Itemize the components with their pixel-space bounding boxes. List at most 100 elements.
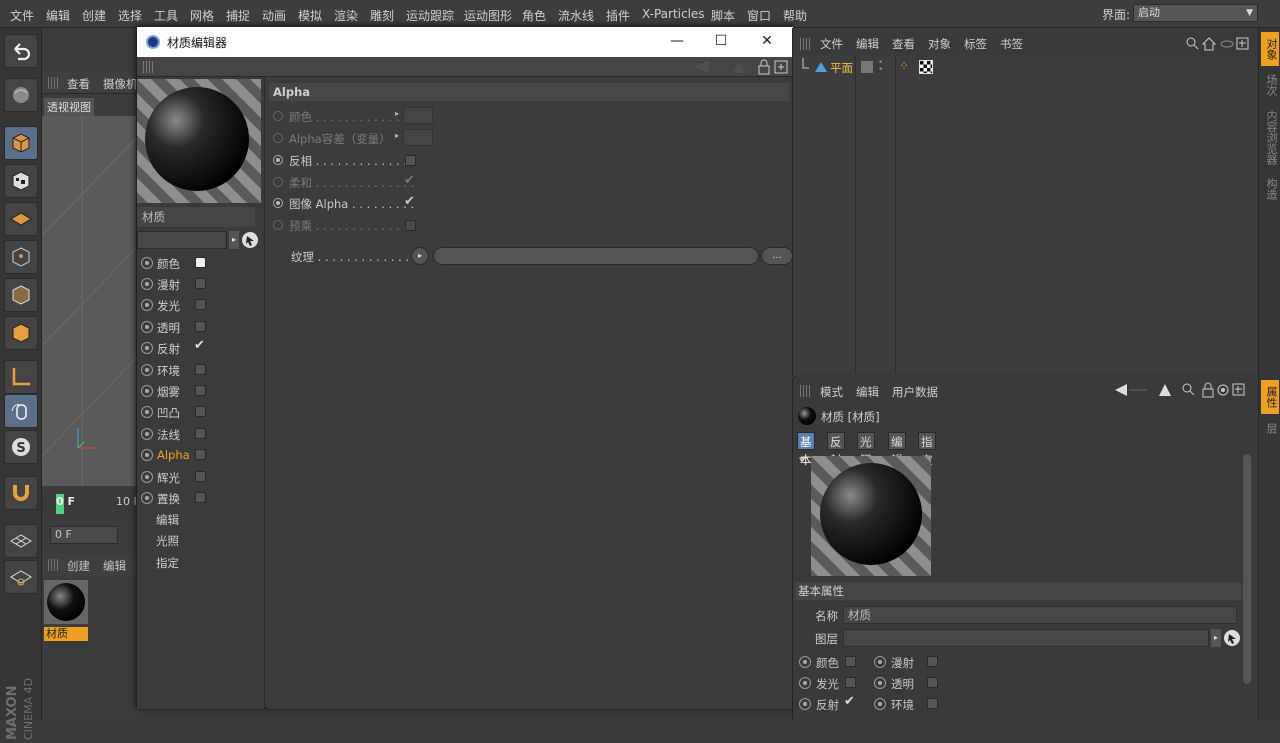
am-scrollbar[interactable] (1243, 454, 1251, 684)
prop-animate-radio[interactable] (273, 198, 283, 208)
channel-radio[interactable] (141, 278, 153, 290)
checkmark-icon[interactable]: ✔ (404, 173, 415, 188)
side-tab-objects[interactable]: 对象 (1261, 32, 1279, 66)
collapse-arrow-icon[interactable]: ▼ (799, 456, 804, 464)
material-thumbnail[interactable]: 材质 (44, 580, 88, 641)
pick-object-icon[interactable] (241, 231, 259, 249)
editor-page-edit[interactable]: 编辑 (156, 512, 179, 528)
minimize-button[interactable]: — (667, 31, 687, 51)
tweak-mode-button[interactable] (4, 394, 38, 428)
menu-animate[interactable]: 动画 (262, 7, 286, 24)
channel-radio[interactable] (141, 364, 153, 376)
edge-mode-button[interactable] (4, 278, 38, 312)
am-menu-mode[interactable]: 模式 (820, 384, 843, 400)
side-tab-structure[interactable]: 构造 (1261, 172, 1279, 206)
menu-pipeline[interactable]: 流水线 (558, 7, 594, 24)
channel-checkbox[interactable] (195, 471, 206, 482)
channel-checkbox[interactable] (845, 656, 856, 667)
menu-script[interactable]: 脚本 (711, 7, 735, 24)
layer-arrow-button[interactable]: ▸ (1211, 629, 1221, 647)
channel-bump[interactable]: 凹凸 (139, 402, 259, 422)
material-manager-create[interactable]: 创建 (67, 558, 90, 574)
channel-radio[interactable] (799, 677, 811, 689)
am-tab-assignment[interactable]: 指定 (918, 432, 936, 467)
channel-radio[interactable] (141, 492, 153, 504)
polygon-mode-button[interactable] (4, 316, 38, 350)
checkmark-icon[interactable]: ✔ (844, 694, 855, 709)
channel-checkbox[interactable] (195, 385, 206, 396)
prop-soft[interactable]: 柔和 . . . . . . . . . . . . . . ✔ (271, 173, 791, 193)
am-menu-edit[interactable]: 编辑 (856, 384, 879, 400)
expand-arrow-icon[interactable]: ▸ (395, 131, 399, 140)
snap-button[interactable] (4, 476, 38, 510)
channel-checkbox[interactable] (845, 677, 856, 688)
channel-checkbox[interactable] (195, 406, 206, 417)
timeline[interactable]: 0 F 10 F (42, 490, 140, 518)
solo-button[interactable]: S (4, 430, 38, 464)
texture-mode-button[interactable] (4, 164, 38, 198)
channel-radio[interactable] (874, 698, 886, 710)
menu-mograph[interactable]: 运动图形 (464, 7, 512, 24)
channel-radio[interactable] (141, 428, 153, 440)
prop-texture[interactable]: 纹理 . . . . . . . . . . . . . . ▸ ... (271, 245, 793, 269)
object-name[interactable]: 平面 (830, 60, 853, 76)
channel-radio[interactable] (141, 449, 153, 461)
material-name-field[interactable]: 材质 (137, 207, 255, 227)
menu-motion-tracking[interactable]: 运动跟踪 (406, 7, 454, 24)
om-menu-tags[interactable]: 标签 (964, 36, 987, 52)
texture-arrow-button[interactable]: ▸ (411, 247, 429, 265)
premultiplied-checkbox[interactable] (405, 220, 416, 231)
menu-help[interactable]: 帮助 (783, 7, 807, 24)
texture-field[interactable] (433, 247, 759, 265)
axis-mode-button[interactable] (4, 360, 38, 394)
prop-premultiplied[interactable]: 预乘 . . . . . . . . . . . . . . (271, 216, 791, 236)
channel-checkbox[interactable] (195, 449, 206, 460)
material-preview[interactable] (137, 79, 261, 203)
channel-checkbox[interactable] (195, 257, 206, 268)
prop-color[interactable]: 颜色 . . . . . . . . . . . . ▸ (271, 107, 791, 127)
menu-mesh[interactable]: 网格 (190, 7, 214, 24)
menu-select[interactable]: 选择 (118, 7, 142, 24)
om-menu-view[interactable]: 查看 (892, 36, 915, 52)
channel-radio[interactable] (799, 698, 811, 710)
channel-diffusion[interactable]: 漫射 (139, 274, 259, 294)
menu-edit[interactable]: 编辑 (46, 7, 70, 24)
texture-browse-button[interactable]: ... (761, 247, 793, 265)
om-menu-objects[interactable]: 对象 (928, 36, 951, 52)
link-arrow-button[interactable]: ▸ (229, 231, 239, 249)
channel-checkbox[interactable] (927, 677, 938, 688)
expand-arrow-icon[interactable]: ▸ (395, 109, 399, 118)
object-list[interactable]: 平面 • • ⁘ (793, 56, 1257, 374)
material-manager-edit[interactable]: 编辑 (103, 558, 126, 574)
channel-radio[interactable] (141, 342, 153, 354)
prop-animate-radio[interactable] (273, 111, 283, 121)
om-menu-bookmarks[interactable]: 书签 (1000, 36, 1023, 52)
editor-page-assignment[interactable]: 指定 (156, 555, 179, 571)
object-row-plane[interactable]: 平面 • • ⁘ (793, 58, 1257, 76)
am-layer-field[interactable] (843, 629, 1209, 647)
prop-animate-radio[interactable] (273, 220, 283, 230)
prop-alpha-delta[interactable]: Alpha容差（变量） ▸ (271, 129, 791, 149)
visibility-dots-icon[interactable]: • • (878, 59, 883, 75)
new-window-icon[interactable] (774, 59, 788, 75)
menu-x-particles[interactable]: X-Particles (642, 7, 705, 21)
channel-radio[interactable] (141, 406, 153, 418)
am-tab-illumination[interactable]: 光照 (857, 432, 875, 467)
channel-transparency[interactable]: 透明 (139, 317, 259, 337)
planar-workplane-button[interactable] (4, 560, 38, 594)
checkmark-icon[interactable]: ✔ (404, 194, 415, 209)
viewport-canvas[interactable] (41, 116, 139, 486)
workplane-button[interactable] (4, 202, 38, 236)
material-tag-icon[interactable] (919, 60, 933, 74)
channel-checkbox[interactable] (195, 364, 206, 375)
channel-radio[interactable] (141, 299, 153, 311)
channel-checkbox[interactable] (927, 698, 938, 709)
channel-normal[interactable]: 法线 (139, 424, 259, 444)
prop-invert[interactable]: 反相 . . . . . . . . . . . . . . (271, 151, 791, 171)
channel-checkbox[interactable] (195, 299, 206, 310)
close-button[interactable]: ✕ (757, 31, 777, 51)
channel-fog[interactable]: 烟雾 (139, 381, 259, 401)
channel-glow[interactable]: 辉光 (139, 467, 259, 487)
channel-radio[interactable] (141, 257, 153, 269)
channel-reflectance[interactable]: 反射 ✔ (139, 338, 259, 358)
